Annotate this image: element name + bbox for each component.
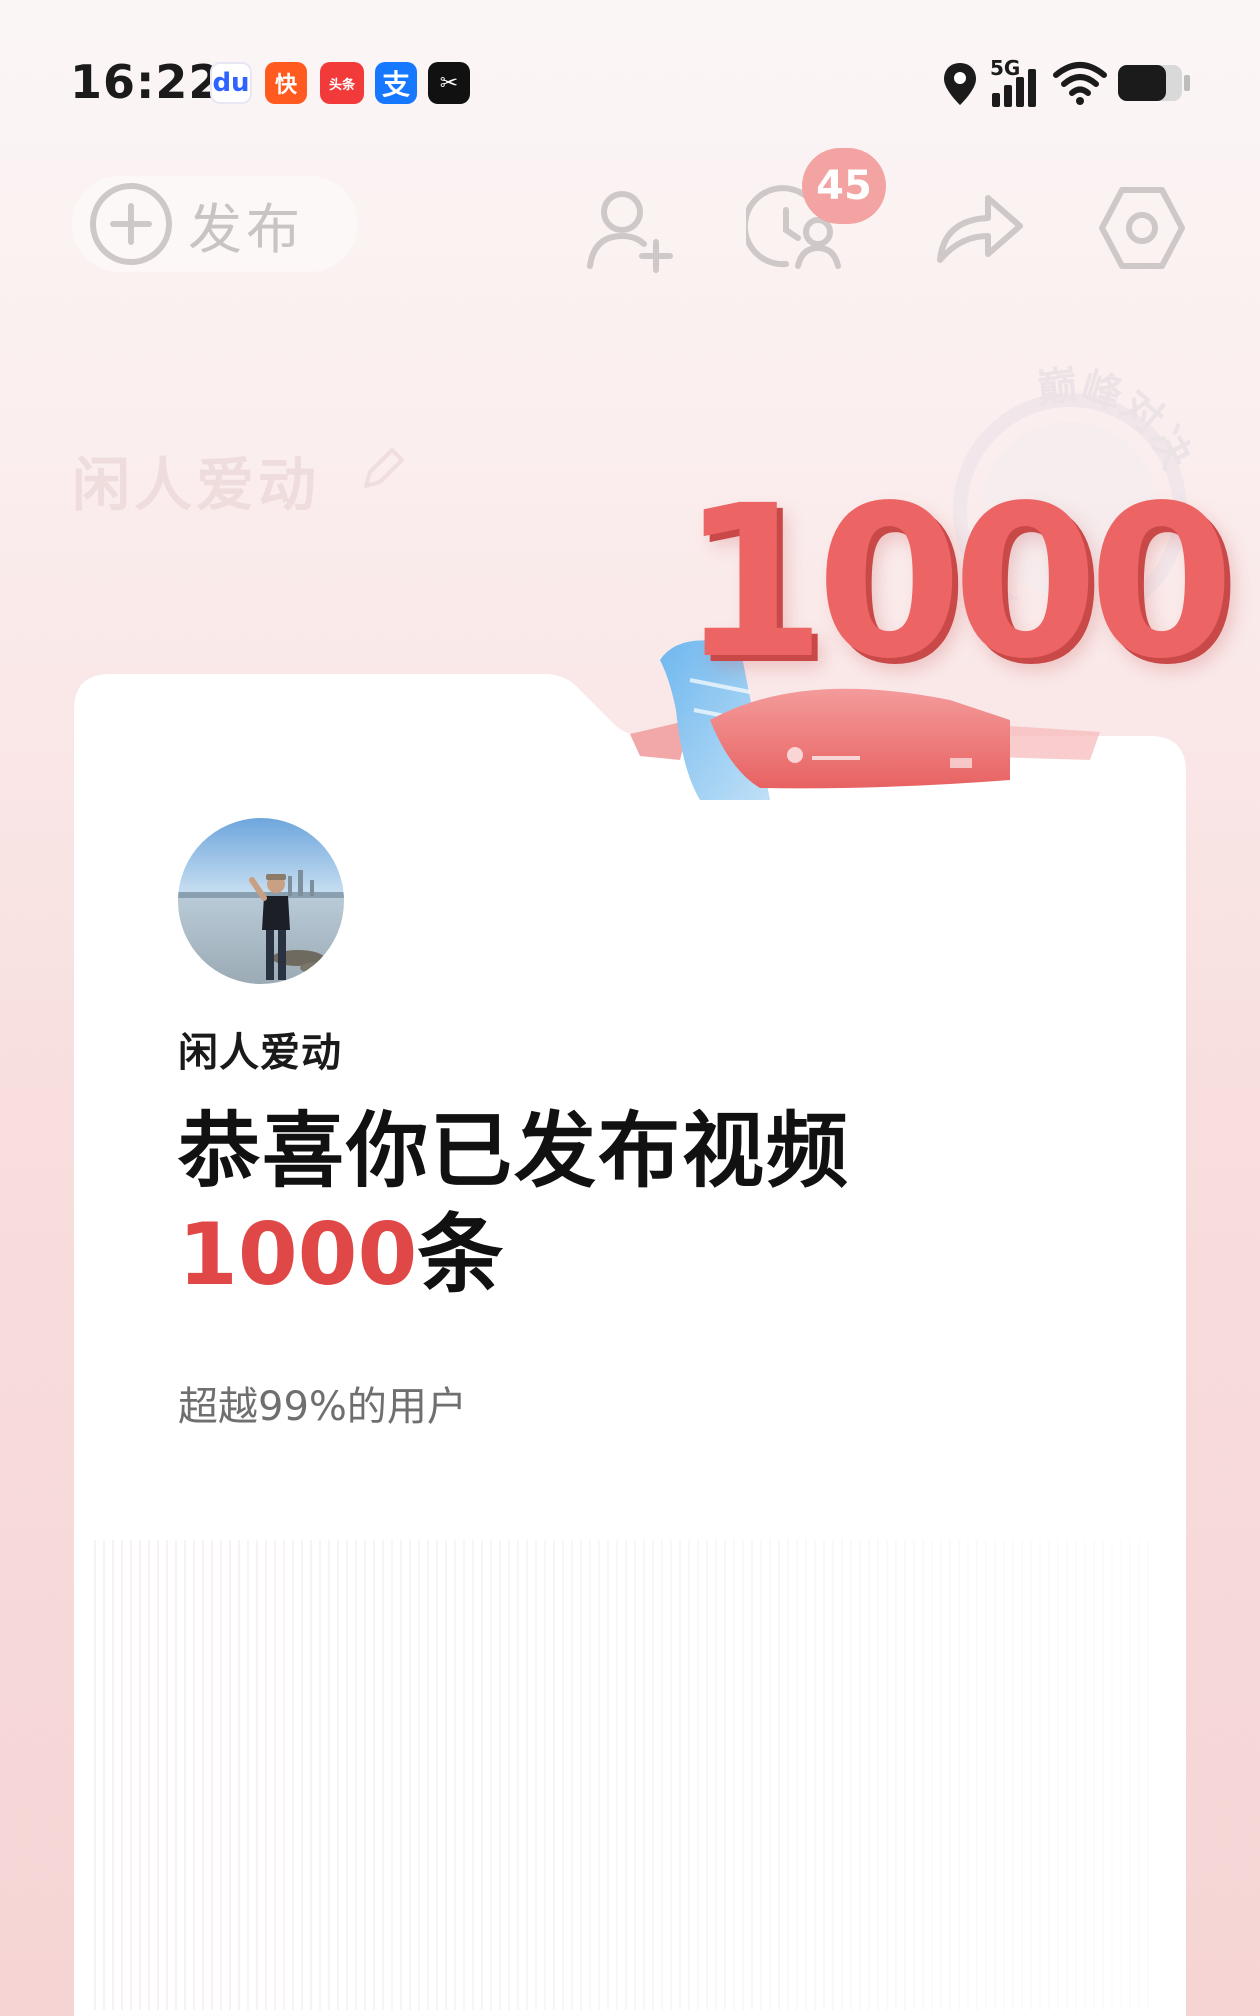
percentile-subtext: 超越99%的用户 [178, 1384, 467, 1430]
video-count-number: 1000 [178, 1205, 418, 1305]
top-action-bar: 发布 45 [0, 148, 1260, 300]
video-count-unit: 条 [417, 1205, 504, 1305]
notification-count-badge: 45 [802, 148, 886, 224]
location-icon [944, 63, 976, 105]
publish-label: 发布 [188, 197, 304, 261]
kuaishou-icon: 快 [265, 62, 307, 104]
card-username: 闲人爱动 [178, 1030, 342, 1076]
alipay-icon: 支 [375, 62, 417, 104]
decorative-stripes [94, 1540, 1154, 2010]
avatar-photo [178, 818, 344, 984]
status-bar: 16:22 du 快 头条 支 ✂ 5G [0, 0, 1260, 150]
baidu-icon: du [210, 62, 252, 104]
add-friend-icon[interactable] [580, 180, 676, 276]
settings-icon[interactable] [1094, 180, 1190, 276]
video-count-line: 1000条 [178, 1184, 503, 1309]
avatar[interactable] [176, 816, 346, 986]
milestone-number-graphic: 1000 [680, 460, 1234, 705]
background-username: 闲人爱动 [72, 451, 321, 519]
status-time: 16:22 [70, 55, 222, 109]
edit-icon [364, 448, 404, 488]
capcut-icon: ✂ [428, 62, 470, 104]
share-icon[interactable] [930, 180, 1026, 276]
wifi-icon [1053, 62, 1107, 105]
publish-button[interactable]: 发布 [72, 176, 358, 272]
toutiao-icon: 头条 [320, 62, 364, 104]
signal-icon [992, 69, 1036, 107]
plus-circle-icon [90, 183, 172, 265]
battery-icon [1118, 65, 1190, 101]
